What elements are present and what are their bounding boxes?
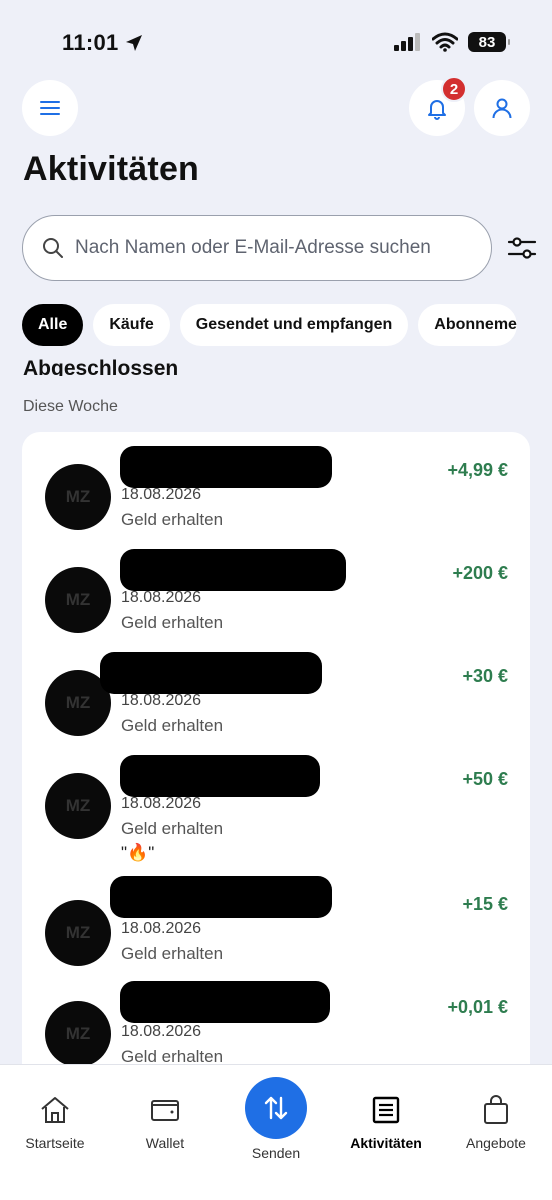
chip-alle[interactable]: Alle: [22, 304, 84, 346]
nav-label-startseite: Startseite: [25, 1135, 85, 1151]
chip-gesendet-empfangen[interactable]: Gesendet und empfangen: [179, 304, 409, 346]
filter-sliders-icon[interactable]: [506, 232, 538, 264]
wifi-icon: [432, 32, 458, 52]
redacted-name: [120, 755, 320, 797]
receipt-icon: [372, 1096, 400, 1124]
transaction-date: 18.08.2026: [121, 1023, 202, 1040]
battery-icon: 83: [468, 32, 510, 52]
nav-item-startseite[interactable]: Startseite: [0, 1095, 110, 1151]
section-subtitle: Diese Woche: [23, 398, 118, 415]
avatar-initials: MZ: [65, 487, 91, 506]
notification-badge: 2: [441, 76, 467, 102]
transfer-arrows-icon: [264, 1096, 288, 1120]
avatar: MZ: [45, 567, 111, 633]
transaction-amount: +15 €: [462, 894, 508, 914]
clock-text: 11:01: [62, 30, 119, 55]
avatar-initials: MZ: [65, 923, 91, 942]
chip-kaeufe[interactable]: Käufe: [93, 304, 170, 346]
transaction-type: Geld erhalten: [121, 716, 224, 735]
transaction-type: Geld erhalten: [121, 613, 224, 632]
status-bar: 11:01 83: [0, 0, 552, 80]
battery-level: 83: [478, 33, 496, 51]
transaction-date: 18.08.2026: [121, 795, 202, 812]
transaction-amount: +0,01 €: [447, 997, 508, 1017]
filter-chips: Alle Käufe Gesendet und empfangen Abonne…: [22, 304, 532, 348]
redacted-name: [100, 652, 322, 694]
transaction-row[interactable]: MZ 18.08.2026 Geld erhalten +200 €: [22, 535, 530, 635]
transaction-row[interactable]: MZ 18.08.2026 Geld erhalten +4,99 €: [22, 432, 530, 532]
avatar: MZ: [45, 900, 111, 966]
transaction-amount: +30 €: [462, 666, 508, 686]
avatar-initials: MZ: [65, 693, 91, 712]
transaction-type: Geld erhalten: [121, 819, 224, 838]
transaction-date: 18.08.2026: [121, 920, 202, 937]
status-time: 11:01: [62, 30, 143, 56]
notification-count: 2: [449, 80, 459, 98]
transaction-date: 18.08.2026: [121, 589, 202, 606]
nav-label-angebote: Angebote: [466, 1135, 526, 1151]
location-arrow-icon: [125, 35, 142, 51]
nav-label-wallet: Wallet: [145, 1135, 185, 1151]
shopping-bag-icon: [484, 1095, 508, 1124]
profile-button[interactable]: [474, 80, 530, 136]
transaction-row[interactable]: MZ 18.08.2026 Geld erhalten +30 €: [22, 638, 530, 738]
avatar-initials: MZ: [65, 590, 91, 609]
transaction-row[interactable]: MZ 18.08.2026 Geld erhalten "🔥" +50 €: [22, 741, 530, 865]
redacted-name: [120, 446, 332, 488]
avatar-initials: MZ: [65, 1024, 91, 1043]
avatar: MZ: [45, 1001, 111, 1067]
avatar-initials: MZ: [65, 796, 91, 815]
signal-icon: [394, 33, 420, 51]
search-icon: [43, 238, 63, 258]
redacted-name: [110, 876, 332, 918]
redacted-name: [120, 549, 346, 591]
avatar: MZ: [45, 464, 111, 530]
transaction-note: "🔥": [121, 843, 155, 862]
wallet-icon: [151, 1100, 179, 1121]
notifications-button[interactable]: 2: [409, 76, 467, 136]
menu-button[interactable]: [22, 80, 78, 136]
transactions-card: MZ 18.08.2026 Geld erhalten +4,99 € MZ 1…: [22, 432, 530, 1092]
hamburger-menu-icon: [40, 101, 60, 115]
home-icon: [41, 1097, 69, 1123]
status-indicators: 83: [394, 32, 510, 52]
chip-abonnements[interactable]: Abonneme: [418, 304, 517, 346]
transaction-type: Geld erhalten: [121, 944, 224, 963]
bell-icon: [428, 100, 446, 120]
search-input[interactable]: [75, 237, 465, 259]
transaction-amount: +200 €: [452, 563, 508, 583]
transaction-row[interactable]: MZ 18.08.2026 Geld erhalten +15 €: [22, 868, 530, 968]
nav-label-aktivitaeten: Aktivitäten: [350, 1135, 422, 1151]
nav-label-senden[interactable]: Senden: [226, 1145, 326, 1161]
section-title: Abgeschlossen: [23, 357, 179, 376]
user-icon: [492, 98, 512, 119]
nav-item-angebote[interactable]: Angebote: [441, 1095, 551, 1151]
transaction-amount: +4,99 €: [447, 460, 508, 480]
avatar: MZ: [45, 773, 111, 839]
page-title: Aktivitäten: [23, 150, 200, 188]
transaction-date: 18.08.2026: [121, 692, 202, 709]
redacted-name: [120, 981, 330, 1023]
search-bar[interactable]: [22, 215, 492, 281]
nav-item-wallet[interactable]: Wallet: [110, 1095, 220, 1151]
bottom-navigation: Startseite Wallet Senden Aktivitäten Ang…: [0, 1064, 552, 1200]
transaction-type: Geld erhalten: [121, 510, 224, 529]
transaction-date: 18.08.2026: [121, 486, 202, 503]
transaction-amount: +50 €: [462, 769, 508, 789]
nav-item-aktivitaeten[interactable]: Aktivitäten: [331, 1095, 441, 1151]
send-button[interactable]: [245, 1077, 307, 1139]
